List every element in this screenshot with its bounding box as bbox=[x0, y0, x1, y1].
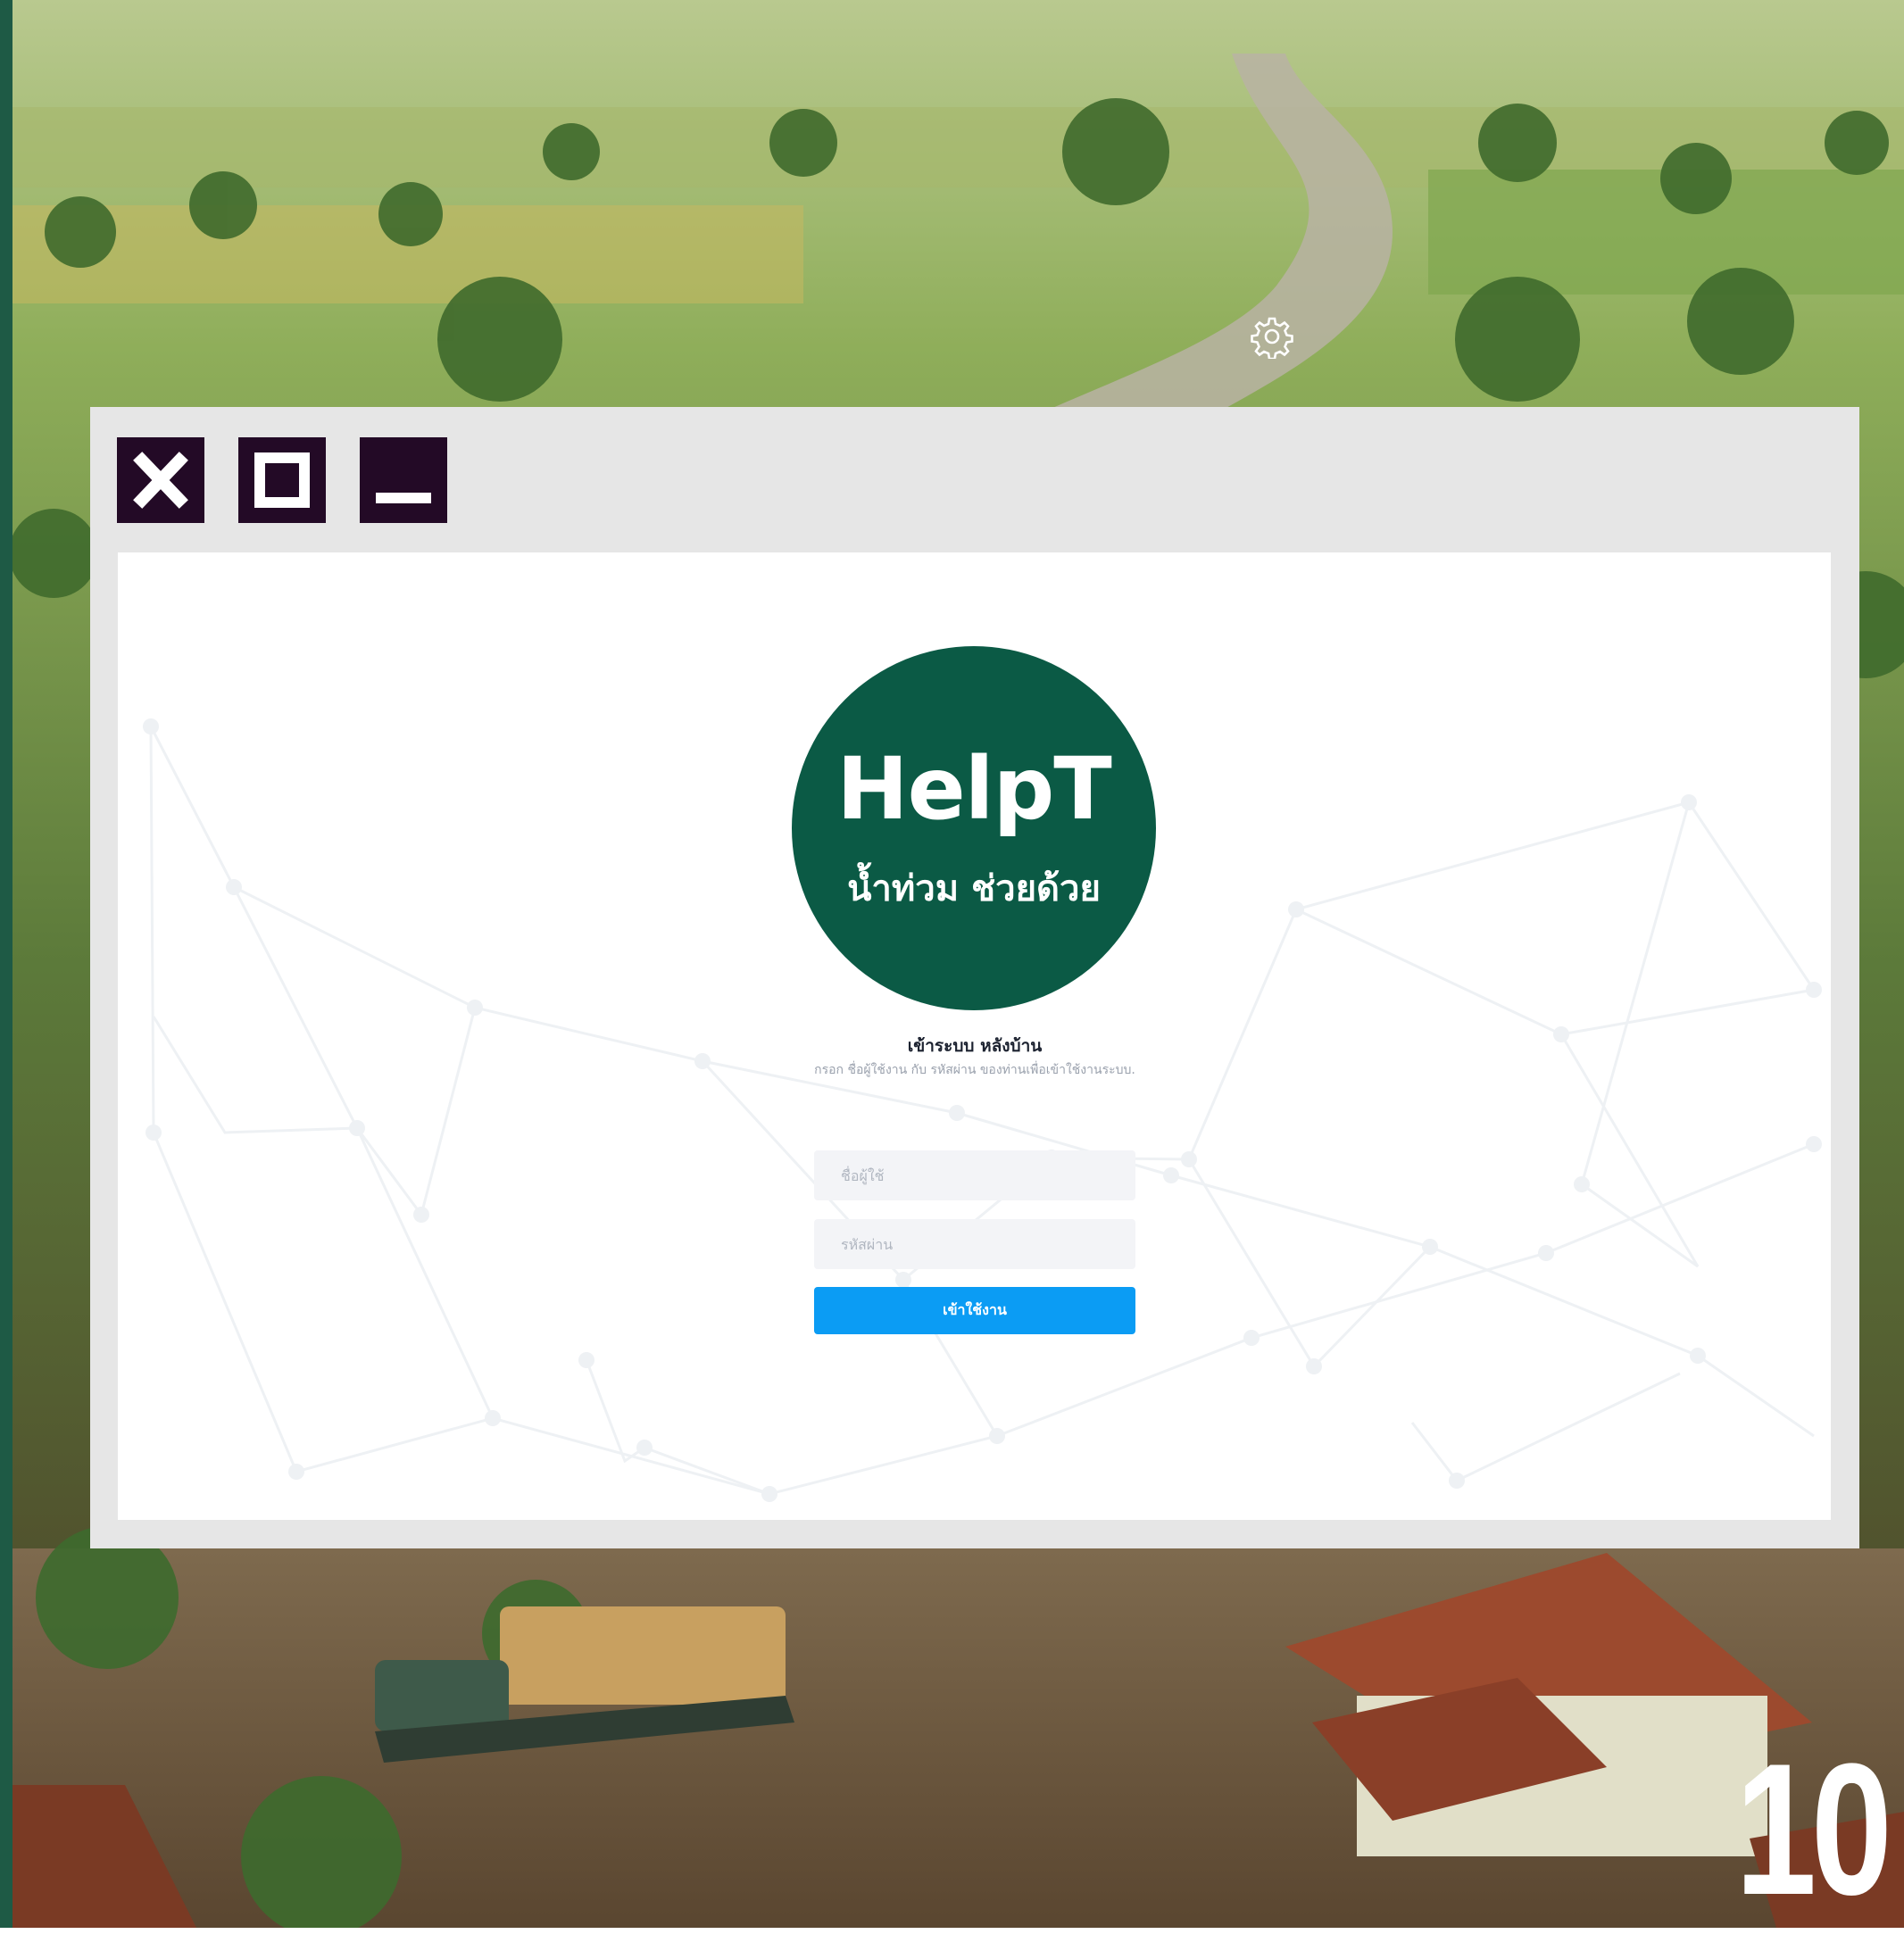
username-input[interactable] bbox=[814, 1150, 1135, 1200]
page-number: 10 bbox=[1735, 1724, 1892, 1934]
logo-subtitle: น้ำท่วม ช่วยด้วย bbox=[847, 868, 1101, 909]
maximize-button[interactable] bbox=[238, 437, 326, 523]
minimize-icon bbox=[376, 493, 431, 503]
password-input[interactable] bbox=[814, 1219, 1135, 1269]
login-page: HelpT น้ำท่วม ช่วยด้วย เข้าระบบ หลังบ้าน… bbox=[118, 552, 1831, 1520]
login-hint: กรอก ชื่อผู้ใช้งาน กับ รหัสผ่าน ของท่านเ… bbox=[814, 1063, 1135, 1077]
close-icon bbox=[133, 452, 188, 509]
gear-icon[interactable] bbox=[1250, 314, 1294, 359]
login-button[interactable]: เข้าใช้งาน bbox=[814, 1287, 1135, 1334]
maximize-icon bbox=[254, 452, 310, 508]
helpt-logo: HelpT น้ำท่วม ช่วยด้วย bbox=[792, 646, 1156, 1010]
logo-title: HelpT bbox=[836, 739, 1112, 839]
app-window: HelpT น้ำท่วม ช่วยด้วย เข้าระบบ หลังบ้าน… bbox=[90, 407, 1859, 1548]
login-title: เข้าระบบ หลังบ้าน bbox=[907, 1036, 1043, 1056]
close-button[interactable] bbox=[117, 437, 204, 523]
minimize-button[interactable] bbox=[360, 437, 447, 523]
left-accent-strip bbox=[0, 0, 12, 1928]
